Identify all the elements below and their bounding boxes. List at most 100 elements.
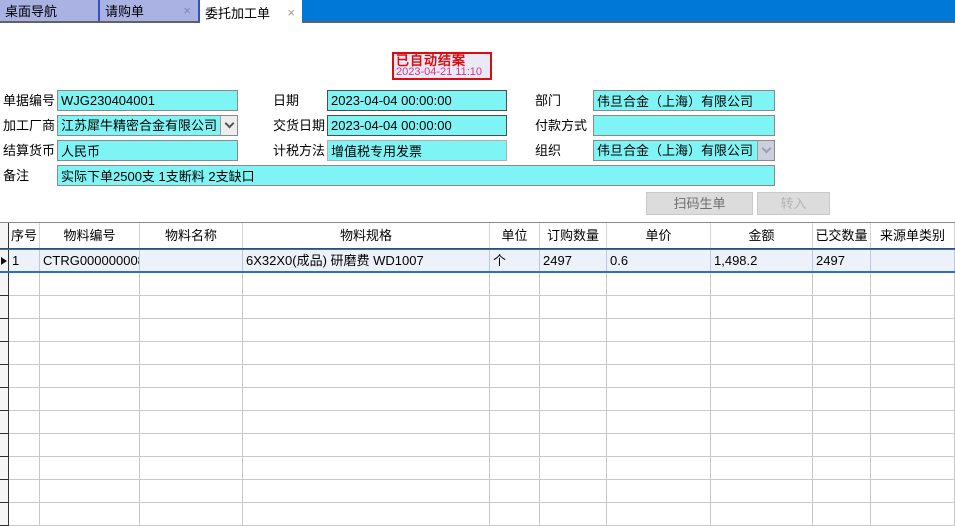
empty-table-row (0, 342, 955, 365)
cell-item_code (40, 503, 140, 526)
cell-delivered_qty (813, 411, 871, 434)
cell-seq (9, 388, 40, 411)
empty-table-row (0, 503, 955, 526)
scan-generate-button[interactable]: 扫码生单 (646, 192, 753, 215)
currency-field[interactable] (57, 140, 238, 161)
row-selector-cell (0, 319, 9, 342)
cell-amount[interactable]: 1,498.2 (711, 250, 813, 271)
cell-seq[interactable]: 1 (9, 250, 40, 271)
column-header-item_name[interactable]: 物料名称 (140, 223, 243, 248)
row-selector-cell (0, 503, 9, 526)
org-label: 组织 (535, 140, 561, 161)
cell-seq (9, 434, 40, 457)
empty-table-row (0, 457, 955, 480)
cell-delivered_qty (813, 319, 871, 342)
cell-unit_price (607, 411, 711, 434)
column-header-item_spec[interactable]: 物料规格 (243, 223, 490, 248)
cell-unit_price (607, 503, 711, 526)
row-selector-cell[interactable] (0, 250, 9, 271)
org-combobox[interactable]: 伟旦合金（上海）有限公司 (593, 140, 775, 161)
cell-item_code (40, 434, 140, 457)
row-selector-cell (0, 342, 9, 365)
cell-item_code (40, 480, 140, 503)
cell-delivered_qty (813, 457, 871, 480)
cell-order_qty (540, 480, 607, 503)
cell-delivered_qty[interactable]: 2497 (813, 250, 871, 271)
row-selector-cell (0, 388, 9, 411)
tab-purchase-request[interactable]: 请购单 × (100, 0, 198, 21)
row-selector-cell (0, 365, 9, 388)
cell-source_type (871, 365, 955, 388)
cell-amount (711, 434, 813, 457)
cell-unit_price[interactable]: 0.6 (607, 250, 711, 271)
cell-source_type[interactable] (871, 250, 955, 271)
cell-unit[interactable]: 个 (490, 250, 540, 271)
cell-item_name[interactable] (140, 250, 243, 271)
tax-method-field[interactable] (327, 140, 507, 161)
column-header-source_type[interactable]: 来源单类别 (871, 223, 955, 248)
tab-label: 委托加工单 (205, 3, 270, 22)
cell-item_spec (243, 365, 490, 388)
close-icon[interactable]: × (285, 6, 297, 19)
empty-table-row (0, 411, 955, 434)
cell-item_spec (243, 273, 490, 296)
cell-item_name (140, 342, 243, 365)
cell-unit (490, 434, 540, 457)
grid-header-row: 序号物料编号物料名称物料规格单位订购数量单价金额已交数量来源单类别 (0, 223, 955, 249)
cell-item_code[interactable]: CTRG000000008 (40, 250, 140, 271)
cell-unit (490, 411, 540, 434)
cell-unit (490, 365, 540, 388)
cell-seq (9, 342, 40, 365)
cell-delivered_qty (813, 480, 871, 503)
date-field[interactable] (327, 90, 507, 111)
empty-table-row (0, 388, 955, 411)
cell-unit_price (607, 319, 711, 342)
table-row[interactable]: 1CTRG0000000086X32X0(成品) 研磨费 WD1007个2497… (0, 249, 955, 273)
items-grid[interactable]: 序号物料编号物料名称物料规格单位订购数量单价金额已交数量来源单类别 1CTRG0… (0, 222, 955, 526)
cell-item_code (40, 388, 140, 411)
column-header-unit_price[interactable]: 单价 (607, 223, 711, 248)
vendor-combobox[interactable]: 江苏犀牛精密合金有限公司 (57, 115, 238, 136)
column-header-order_qty[interactable]: 订购数量 (540, 223, 607, 248)
vendor-label: 加工厂商 (3, 115, 55, 136)
cell-unit (490, 296, 540, 319)
chevron-down-icon[interactable] (220, 116, 237, 135)
cell-item_spec[interactable]: 6X32X0(成品) 研磨费 WD1007 (243, 250, 490, 271)
cell-item_spec (243, 411, 490, 434)
cell-unit (490, 503, 540, 526)
cell-item_spec (243, 388, 490, 411)
cell-order_qty[interactable]: 2497 (540, 250, 607, 271)
cell-amount (711, 365, 813, 388)
column-header-seq[interactable]: 序号 (9, 223, 40, 248)
tab-bar: 桌面导航 请购单 × 委托加工单 × (0, 0, 955, 24)
delivery-date-field[interactable] (327, 115, 507, 136)
payment-field[interactable] (593, 115, 775, 136)
department-field[interactable] (593, 90, 775, 111)
cell-unit_price (607, 388, 711, 411)
cell-item_spec (243, 457, 490, 480)
column-header-unit[interactable]: 单位 (490, 223, 540, 248)
cell-seq (9, 365, 40, 388)
cell-item_spec (243, 342, 490, 365)
column-header-item_code[interactable]: 物料编号 (40, 223, 140, 248)
cell-source_type (871, 342, 955, 365)
tab-outsourcing-order[interactable]: 委托加工单 × (200, 0, 302, 24)
close-icon[interactable]: × (181, 4, 193, 17)
column-header-amount[interactable]: 金额 (711, 223, 813, 248)
remark-field[interactable] (57, 165, 775, 186)
cell-delivered_qty (813, 296, 871, 319)
cell-item_name (140, 457, 243, 480)
cell-item_name (140, 480, 243, 503)
cell-source_type (871, 503, 955, 526)
column-header-delivered_qty[interactable]: 已交数量 (813, 223, 871, 248)
transfer-in-button[interactable]: 转入 (757, 192, 830, 215)
tab-desktop-nav[interactable]: 桌面导航 (0, 0, 98, 21)
cell-source_type (871, 296, 955, 319)
row-selector-cell (0, 411, 9, 434)
cell-delivered_qty (813, 503, 871, 526)
cell-item_spec (243, 434, 490, 457)
cell-source_type (871, 273, 955, 296)
doc-no-field[interactable] (57, 90, 238, 111)
cell-item_code (40, 296, 140, 319)
cell-amount (711, 480, 813, 503)
